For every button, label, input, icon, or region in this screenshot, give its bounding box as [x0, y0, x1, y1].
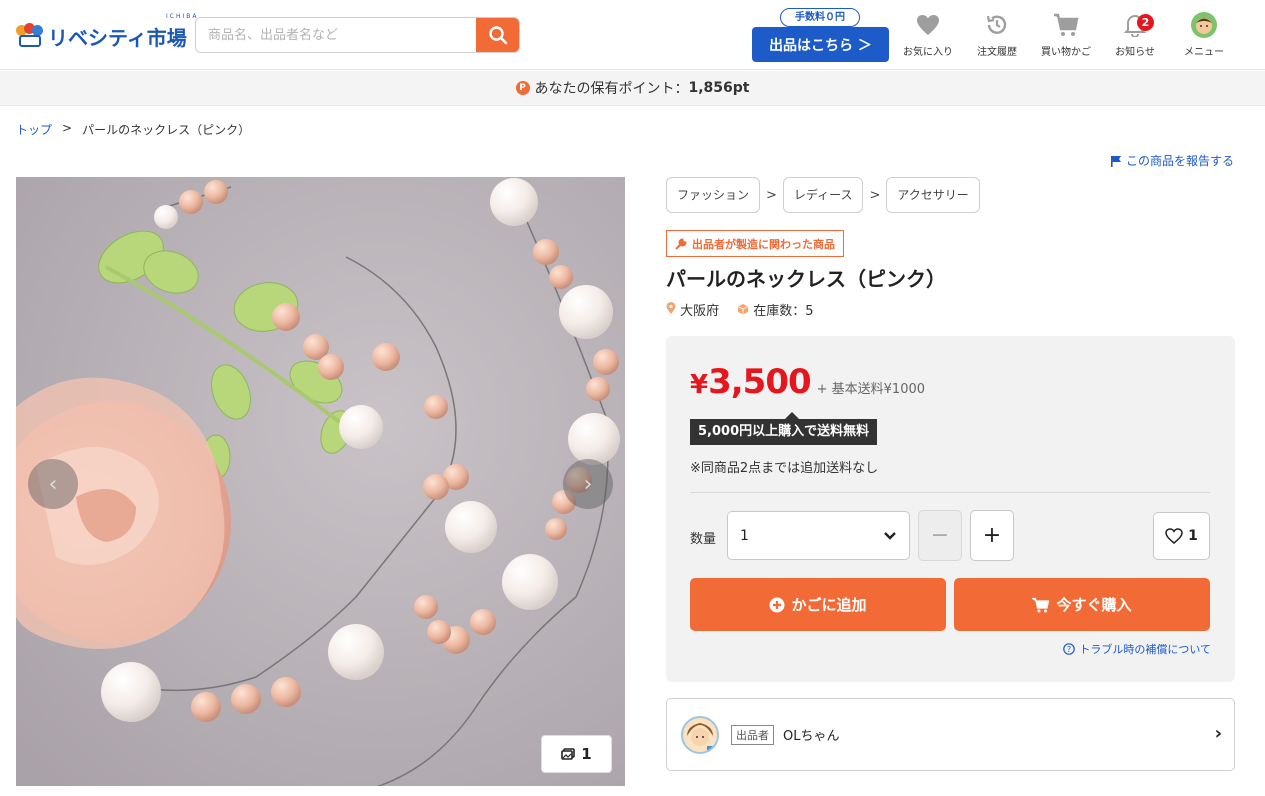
breadcrumb-home[interactable]: トップ	[16, 121, 52, 138]
box-icon	[737, 304, 749, 315]
product-title: パールのネックレス（ピンク）	[666, 267, 946, 291]
price: ¥ 3,500 + 基本送料¥1000	[690, 362, 925, 402]
breadcrumb: トップ > パールのネックレス（ピンク）	[16, 121, 250, 138]
seller-avatar	[681, 715, 719, 754]
notification-badge: 2	[1137, 14, 1154, 31]
quantity-value: 1	[740, 527, 749, 544]
shipping-fee: + 基本送料¥1000	[816, 382, 926, 397]
maker-badge: 出品者が製造に関わった商品	[666, 230, 844, 257]
logo-subtext: ICHIBA	[166, 13, 199, 20]
location-text: 大阪府	[680, 304, 720, 319]
nav-order-history[interactable]: 注文履歴	[966, 10, 1028, 62]
nav-notifications[interactable]: 2 お知らせ	[1104, 10, 1166, 62]
location-pin-icon	[666, 302, 676, 314]
nav-label: お気に入り	[903, 47, 953, 58]
logo-icon	[16, 23, 44, 49]
nav-label: 注文履歴	[977, 47, 1017, 58]
nav-cart[interactable]: 買い物かご	[1035, 10, 1097, 62]
product-meta: 大阪府 在庫数：5	[666, 300, 814, 319]
points-label: あなたの保有ポイント：	[534, 81, 689, 97]
cart-icon	[1032, 597, 1050, 612]
quantity-minus-button[interactable]: −	[918, 510, 962, 561]
location: 大阪府	[666, 300, 719, 319]
wrench-icon	[675, 237, 687, 250]
category-path: ファッション > レディース > アクセサリー	[666, 177, 980, 213]
add-to-cart-button[interactable]: かごに追加	[690, 578, 946, 631]
site-logo[interactable]: リベシティ市場 ICHIBA	[16, 13, 196, 52]
nav-favorites[interactable]: お気に入り	[897, 10, 959, 62]
points-icon: P	[515, 81, 530, 95]
breadcrumb-separator: >	[62, 121, 73, 135]
maker-badge-label: 出品者が製造に関わった商品	[692, 237, 835, 251]
stock: 在庫数：5	[737, 300, 814, 319]
chevron-right-icon: ›	[1214, 723, 1222, 744]
heart-outline-icon	[1165, 528, 1183, 544]
buy-now-label: 今すぐ購入	[1056, 596, 1132, 614]
category-separator: >	[766, 187, 777, 203]
favorite-button[interactable]: 1	[1153, 512, 1210, 560]
flag-icon	[1110, 155, 1121, 167]
category-chip[interactable]: ファッション	[666, 177, 761, 213]
search-input[interactable]	[196, 18, 478, 52]
search-box	[195, 17, 520, 53]
avatar-icon	[1191, 12, 1217, 38]
heart-icon	[917, 15, 939, 35]
divider	[690, 492, 1210, 493]
history-icon	[986, 15, 1007, 34]
points-bar: P あなたの保有ポイント： 1,856pt	[0, 71, 1265, 106]
search-icon	[488, 26, 507, 45]
buy-now-button[interactable]: 今すぐ購入	[954, 578, 1210, 631]
nav-label: お知らせ	[1115, 47, 1155, 58]
stock-text: 在庫数：5	[753, 304, 814, 319]
nav-label: 買い物かご	[1041, 47, 1091, 58]
svg-text:?: ?	[1067, 645, 1071, 654]
seller-name: OLちゃん	[783, 729, 840, 744]
category-chip[interactable]: レディース	[782, 177, 864, 213]
gallery-prev-button[interactable]: ‹	[28, 459, 78, 509]
quantity-label: 数量	[690, 532, 717, 547]
report-link[interactable]: この商品を報告する	[1110, 152, 1234, 169]
price-currency: ¥	[690, 370, 709, 400]
report-label: この商品を報告する	[1125, 154, 1234, 168]
seller-card[interactable]: 出品者 OLちゃん ›	[666, 698, 1235, 771]
free-shipping-tooltip: 5,000円以上購入で送料無料	[690, 412, 878, 445]
category-chip[interactable]: アクセサリー	[886, 177, 980, 213]
logo-text: リベシティ市場	[48, 25, 187, 50]
quantity-plus-button[interactable]: +	[970, 510, 1014, 561]
image-count-button[interactable]: 1	[541, 735, 612, 773]
sell-button[interactable]: 出品はこちら ＞	[752, 27, 889, 62]
category-separator: >	[869, 187, 881, 203]
gallery-next-button[interactable]: ›	[563, 459, 613, 509]
search-button[interactable]	[476, 18, 519, 52]
shipping-note: ※同商品2点までは追加送料なし	[690, 461, 879, 476]
product-photo	[16, 177, 625, 786]
breadcrumb-current: パールのネックレス（ピンク）	[82, 123, 251, 137]
product-image-gallery[interactable]: ‹ › 1	[16, 177, 625, 786]
nav-label: メニュー	[1184, 47, 1224, 58]
help-circle-icon: ?	[1063, 643, 1076, 655]
price-value: 3,500	[708, 362, 812, 402]
quantity-select[interactable]: 1	[727, 511, 910, 560]
purchase-box: ¥ 3,500 + 基本送料¥1000 5,000円以上購入で送料無料 ※同商品…	[666, 336, 1235, 682]
seller-tag: 出品者	[731, 724, 774, 745]
chevron-left-icon: ‹	[48, 471, 58, 497]
fee-free-badge: 手数料０円	[780, 8, 860, 27]
add-to-cart-label: かごに追加	[791, 596, 867, 614]
seller-avatar-icon	[683, 717, 717, 752]
chevron-down-icon	[884, 531, 896, 540]
cart-icon	[1054, 13, 1079, 36]
chevron-right-icon: ›	[583, 471, 593, 497]
image-count: 1	[581, 745, 592, 763]
images-icon	[561, 748, 576, 760]
points-value: 1,856pt	[688, 80, 750, 96]
plus-circle-icon	[769, 597, 785, 612]
trouble-link-label: トラブル時の補償について	[1079, 643, 1211, 656]
trouble-compensation-link[interactable]: ? トラブル時の補償について	[1063, 641, 1211, 657]
site-header: リベシティ市場 ICHIBA 手数料０円 出品はこちら ＞ お気に入り 注文履歴…	[0, 0, 1265, 70]
nav-menu[interactable]: メニュー	[1173, 10, 1235, 62]
favorite-count: 1	[1188, 528, 1198, 544]
